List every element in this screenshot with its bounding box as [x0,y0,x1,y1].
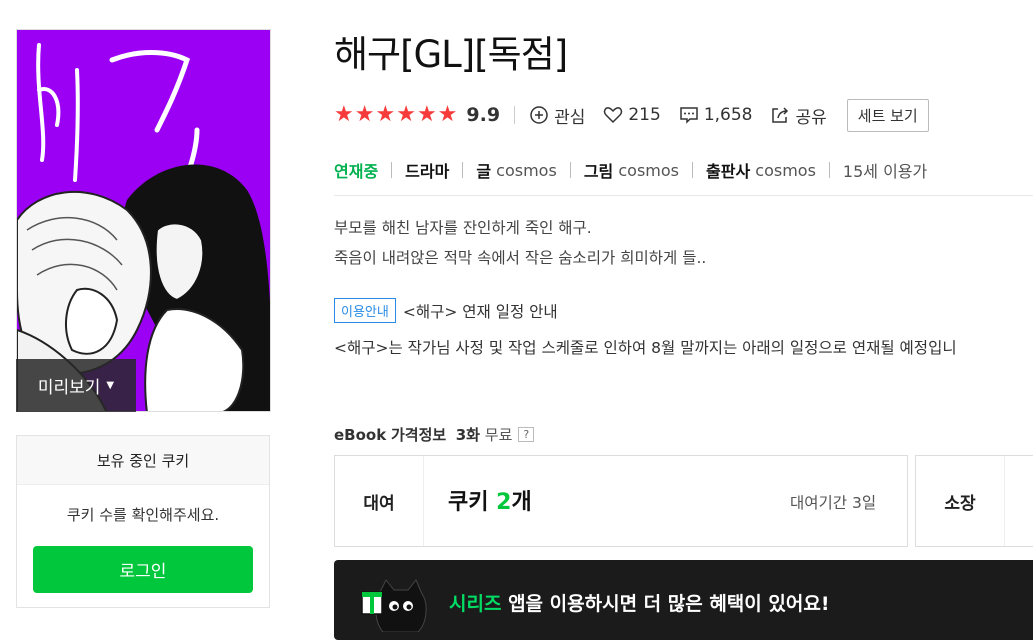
rent-label: 대여 [335,456,424,546]
publisher-label: 출판사 [706,162,751,181]
price-number: 2 [496,490,512,515]
artist-name[interactable]: cosmos [618,161,679,180]
artist-label: 그림 [583,162,614,181]
cover-image[interactable] [16,29,271,412]
divider [462,162,464,178]
divider [569,162,571,178]
cookie-message: 쿠키 수를 확인해주세요. [66,506,220,524]
star-icon: ★ [416,102,437,127]
comment-button[interactable]: 1,658 [679,105,753,125]
cat-mascot-icon [361,579,427,632]
share-button[interactable]: 공유 [770,103,827,128]
rent-period: 대여기간 3일 [790,494,877,512]
help-icon[interactable]: ? [518,427,535,442]
publisher-name[interactable]: cosmos [755,161,816,180]
star-icon: ★ [334,102,354,127]
age-rating: 15세 이용가 [842,162,928,181]
banner-text: 시리즈 앱을 이용하시면 더 많은 혜택이 있어요! [449,589,830,616]
genre[interactable]: 드라마 [405,158,449,182]
comment-icon [680,107,698,124]
like-button[interactable]: 215 [603,105,661,125]
free-label: 무료 [484,426,513,444]
divider [391,162,393,178]
cover-art [17,30,270,411]
notice-title[interactable]: <해구> 연재 일정 안내 [403,300,558,322]
notice-body: <해구>는 작가님 사정 및 작업 스케줄로 인하여 8월 말까지는 아래의 일… [334,339,957,357]
follow-label: 관심 [554,107,586,128]
free-count: 3화 [455,426,480,444]
ebook-label-prefix: eBook [334,425,387,444]
rent-price: 쿠키 2개 [448,484,532,516]
share-label: 공유 [795,107,827,128]
page-title: 해구[GL][독점] [334,33,568,76]
price-suffix: 개 [511,490,532,515]
price-prefix: 쿠키 [448,490,497,515]
notice-row: 이용안내 <해구> 연재 일정 안내 [334,298,558,323]
star-icon: ★ [437,102,458,127]
ebook-price-header: eBook 가격정보 3화 무료 ? [334,424,535,445]
ebook-label: 가격정보 [390,426,447,444]
follow-button[interactable]: 관심 [529,103,585,128]
description-line: 부모를 해친 남자를 잔인하게 죽인 해구. [334,219,592,237]
preview-label: 미리보기 [37,378,101,398]
comment-count: 1,658 [703,105,753,125]
banner-message: 앱을 이용하시면 더 많은 혜택이 있어요! [501,593,830,615]
login-button[interactable]: 로그인 [33,546,253,593]
divider [828,162,830,178]
heart-icon [604,107,623,124]
like-count: 215 [628,105,661,125]
plus-circle-icon [530,106,548,124]
rating-score: 9.9 [466,104,501,126]
star-icon: ★ [396,102,416,127]
writer-name[interactable]: cosmos [496,161,557,180]
status-badge: 연재중 [334,162,379,181]
divider [692,162,693,178]
star-icon: ★ [375,102,396,127]
divider [334,195,1033,196]
own-label: 소장 [916,456,1005,546]
chevron-down-icon: ▼ [106,380,115,391]
set-view-button[interactable]: 세트 보기 [846,98,929,132]
rating-action-row: ★ ★ ★ ★ ★ ★ 9.9 관심 215 1,658 공유 세트 보기 [334,98,929,132]
divider [514,106,516,124]
description-line: 죽음이 내려앉은 적막 속에서 작은 숨소리가 희미하게 들.. [334,249,707,267]
meta-row: 연재중 드라마 글 cosmos 그림 cosmos 출판사 cosmos 15… [334,158,927,182]
share-icon [772,107,789,123]
notice-tag: 이용안내 [334,298,396,323]
preview-button[interactable]: 미리보기 ▼ [16,359,136,412]
cookie-panel-header: 보유 중인 쿠키 [17,436,269,485]
banner-brand: 시리즈 [449,593,502,615]
star-icon: ★ [354,102,375,127]
writer-label: 글 [476,162,492,181]
